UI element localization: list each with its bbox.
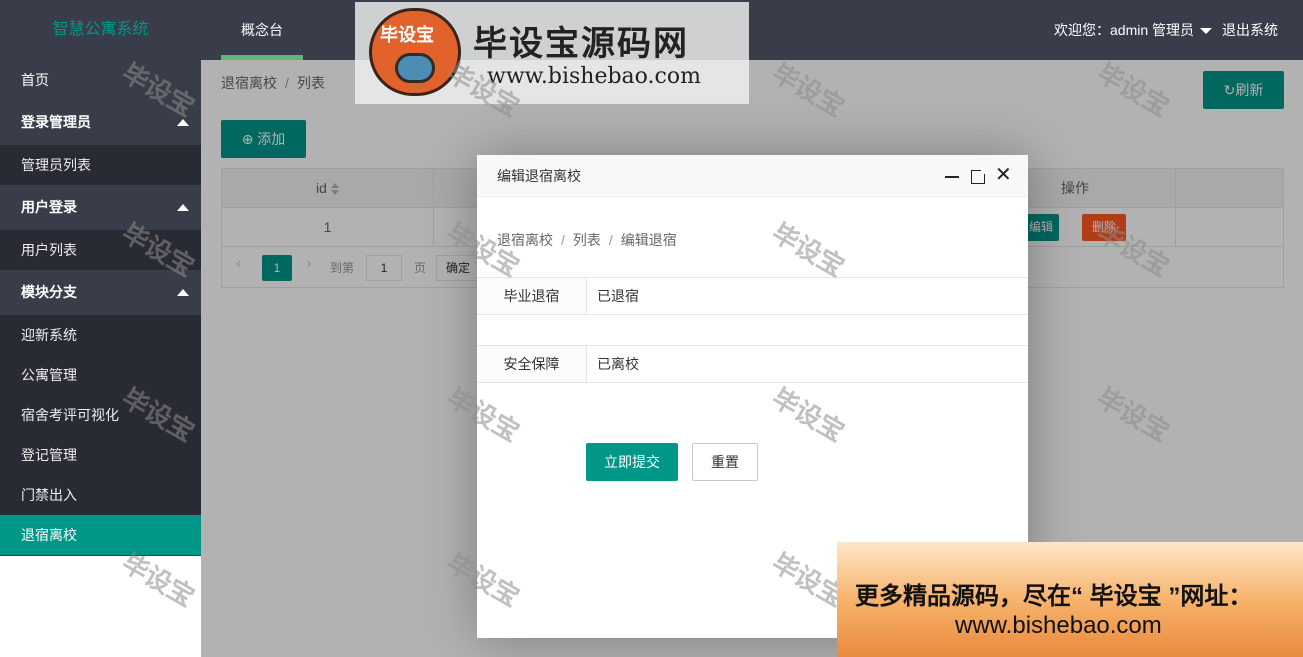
breadcrumb-item[interactable]: 退宿离校 <box>497 232 553 248</box>
breadcrumb-item: 编辑退宿 <box>620 232 677 248</box>
maximize-icon[interactable] <box>971 168 987 184</box>
promo-url: www.bishebao.com <box>955 612 1162 639</box>
sidebar-item-registration[interactable]: 登记管理 <box>0 435 201 475</box>
sidebar-item-access-control[interactable]: 门禁出入 <box>0 475 201 515</box>
sidebar-group-user-login[interactable]: 用户登录 <box>0 185 201 230</box>
sidebar-group-admin-login[interactable]: 登录管理员 <box>0 100 201 145</box>
sidebar-group-label: 登录管理员 <box>21 114 91 130</box>
close-icon[interactable]: ✕ <box>995 165 1012 185</box>
sidebar-item-apartment[interactable]: 公寓管理 <box>0 355 201 395</box>
watermark-url: www.bishebao.com <box>487 64 701 89</box>
badge-text: 毕设宝 <box>380 25 434 45</box>
mascot-logo-icon: 毕设宝 <box>369 8 461 96</box>
form-row-graduation-checkout: 毕业退宿 已退宿 <box>477 277 1028 315</box>
caret-up-icon <box>177 289 189 296</box>
sidebar-group-label: 模块分支 <box>21 284 77 300</box>
sidebar-footer-blank <box>0 556 201 657</box>
user-menu[interactable]: 欢迎您：admin 管理员 <box>1054 0 1213 60</box>
sidebar-item-admin-list[interactable]: 管理员列表 <box>0 145 201 185</box>
breadcrumb-separator: / <box>561 232 565 248</box>
sidebar-item-dorm-evaluation[interactable]: 宿舍考评可视化 <box>0 395 201 435</box>
minimize-icon[interactable] <box>945 176 959 178</box>
watermark-logo: 毕设宝 毕设宝源码网 www.bishebao.com <box>355 2 749 104</box>
sidebar-item-user-list[interactable]: 用户列表 <box>0 230 201 270</box>
nav-tab-dashboard[interactable]: 概念台 <box>221 0 303 60</box>
sidebar-item-home[interactable]: 首页 <box>0 60 201 100</box>
safety-select[interactable]: 已离校 <box>597 346 639 382</box>
graduation-checkout-select[interactable]: 已退宿 <box>597 278 639 314</box>
field-label: 安全保障 <box>477 346 587 382</box>
submit-button[interactable]: 立即提交 <box>586 443 678 481</box>
form-row-safety: 安全保障 已离校 <box>477 345 1028 383</box>
breadcrumb-separator: / <box>608 232 613 248</box>
watermark-title: 毕设宝源码网 <box>473 25 689 63</box>
dialog-title: 编辑退宿离校 <box>497 168 581 184</box>
sidebar-group-label: 用户登录 <box>21 199 77 215</box>
breadcrumb-item[interactable]: 列表 <box>573 232 601 248</box>
sidebar-group-modules[interactable]: 模块分支 <box>0 270 201 315</box>
sidebar-item-orientation[interactable]: 迎新系统 <box>0 315 201 355</box>
promo-text: 更多精品源码，尽在“ 毕设宝 ”网址： <box>855 583 1253 610</box>
caret-up-icon <box>177 204 189 211</box>
sidebar: 首页 登录管理员 管理员列表 用户登录 用户列表 模块分支 迎新系统 公寓管理 … <box>0 60 201 556</box>
caret-up-icon <box>177 119 189 126</box>
caret-down-icon <box>1200 28 1213 35</box>
dialog-breadcrumb: 退宿离校 / 列表 / 编辑退宿 <box>497 230 677 250</box>
promo-banner: 更多精品源码，尽在“ 毕设宝 ”网址： www.bishebao.com <box>837 542 1303 657</box>
logout-link[interactable]: 退出系统 <box>1222 0 1278 60</box>
welcome-text: 欢迎您：admin 管理员 <box>1054 22 1195 38</box>
field-label: 毕业退宿 <box>477 278 587 314</box>
reset-button[interactable]: 重置 <box>692 443 758 481</box>
app-title: 智慧公寓系统 <box>52 21 149 38</box>
sidebar-item-checkout[interactable]: 退宿离校 <box>0 515 201 555</box>
